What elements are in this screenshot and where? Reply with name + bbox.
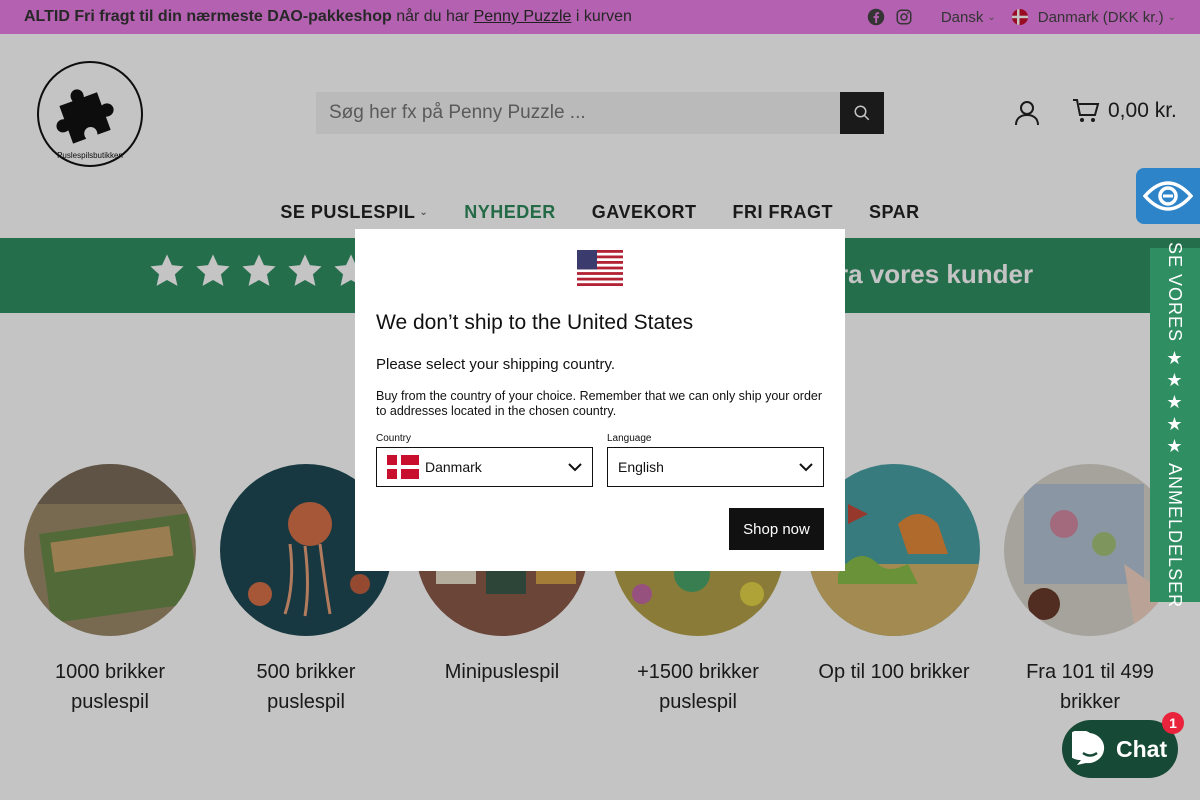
modal-body: Buy from the country of your choice. Rem… xyxy=(376,389,823,418)
shop-now-button[interactable]: Shop now xyxy=(729,508,824,550)
accessibility-button[interactable] xyxy=(1136,168,1200,224)
chat-button[interactable]: Chat xyxy=(1062,720,1178,778)
language-label: Language xyxy=(607,433,652,444)
chat-notification-badge: 1 xyxy=(1162,712,1184,734)
chevron-down-icon xyxy=(568,463,582,472)
chat-label: Chat xyxy=(1116,735,1168,762)
chevron-down-icon xyxy=(799,463,813,472)
chat-bubble-icon xyxy=(1072,731,1105,765)
country-select-value: Danmark xyxy=(425,459,482,475)
country-select[interactable]: Danmark xyxy=(376,447,593,487)
country-label: Country xyxy=(376,433,412,444)
reviews-side-tab-label: SE VORES ★★★★★ ANMELDELSER xyxy=(1165,241,1185,609)
modal-subtitle: Please select your shipping country. xyxy=(376,356,616,373)
language-select-value: English xyxy=(618,459,664,475)
us-flag-icon xyxy=(577,250,623,286)
modal-title: We don’t ship to the United States xyxy=(376,311,694,334)
reviews-side-tab[interactable]: SE VORES ★★★★★ ANMELDELSER xyxy=(1150,242,1200,608)
denmark-flag-icon xyxy=(387,455,419,479)
eye-icon xyxy=(1143,181,1193,211)
shipping-country-modal: We don’t ship to the United States Pleas… xyxy=(355,229,845,571)
language-select[interactable]: English xyxy=(607,447,824,487)
